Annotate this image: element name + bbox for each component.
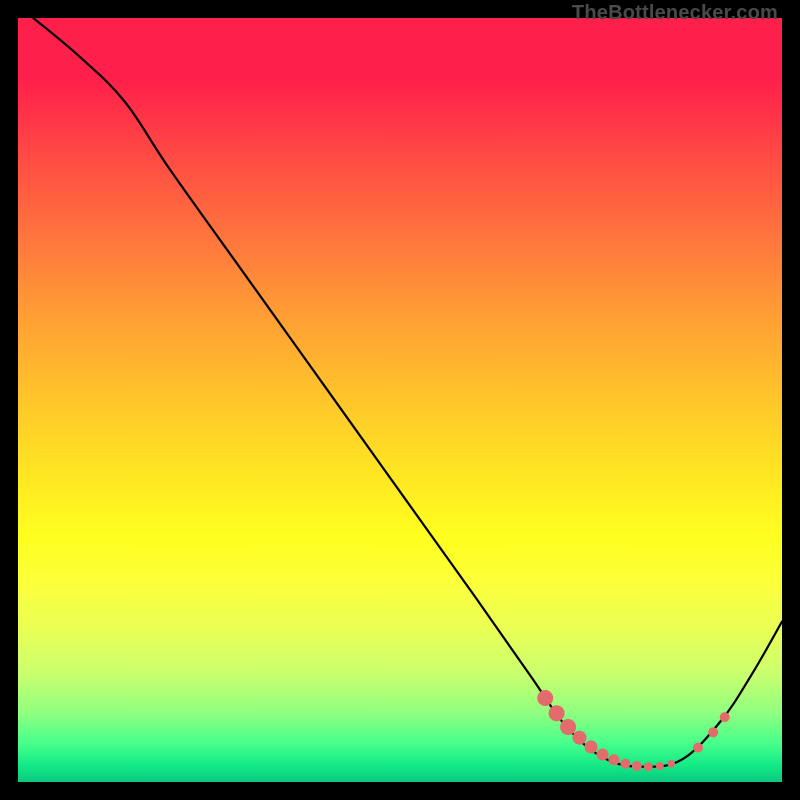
curve-marker [608,754,619,765]
bottleneck-curve [33,18,782,767]
curve-marker [667,760,675,768]
curve-marker [708,727,718,737]
curve-marker [632,761,642,771]
curve-marker [720,712,730,722]
curve-marker [597,749,609,761]
curve-marker [585,740,598,753]
attribution-text: TheBottlenecker.com [572,2,778,25]
curve-marker [560,719,576,735]
plot-area [18,18,782,782]
curve-markers [537,690,730,771]
curve-layer [18,18,782,782]
curve-marker [620,759,630,769]
curve-marker [644,762,653,771]
curve-marker [549,705,565,721]
curve-marker [573,731,587,745]
curve-marker [693,743,703,753]
chart-container: TheBottlenecker.com [0,0,800,800]
curve-marker [656,762,664,770]
curve-marker [537,690,553,706]
